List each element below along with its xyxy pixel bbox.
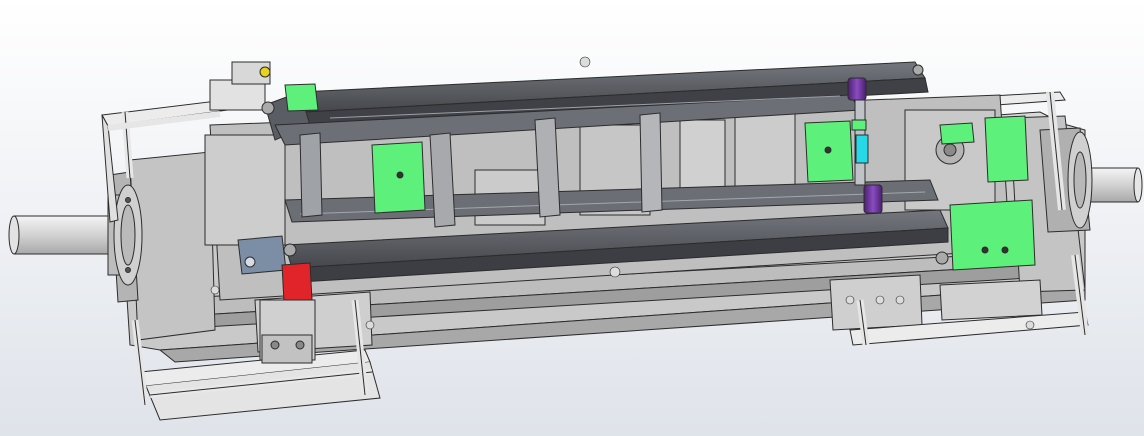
cad-viewport[interactable] bbox=[0, 0, 1144, 436]
sensor-plate-left-top bbox=[284, 83, 319, 112]
sensor-plate-lower-right bbox=[949, 199, 1036, 271]
sensor-plate-far-right bbox=[984, 115, 1029, 183]
red-clamp bbox=[281, 262, 313, 303]
assembly-drawing bbox=[0, 0, 1144, 436]
sensor-plate-top-right bbox=[939, 122, 975, 145]
blue-block bbox=[237, 235, 287, 275]
